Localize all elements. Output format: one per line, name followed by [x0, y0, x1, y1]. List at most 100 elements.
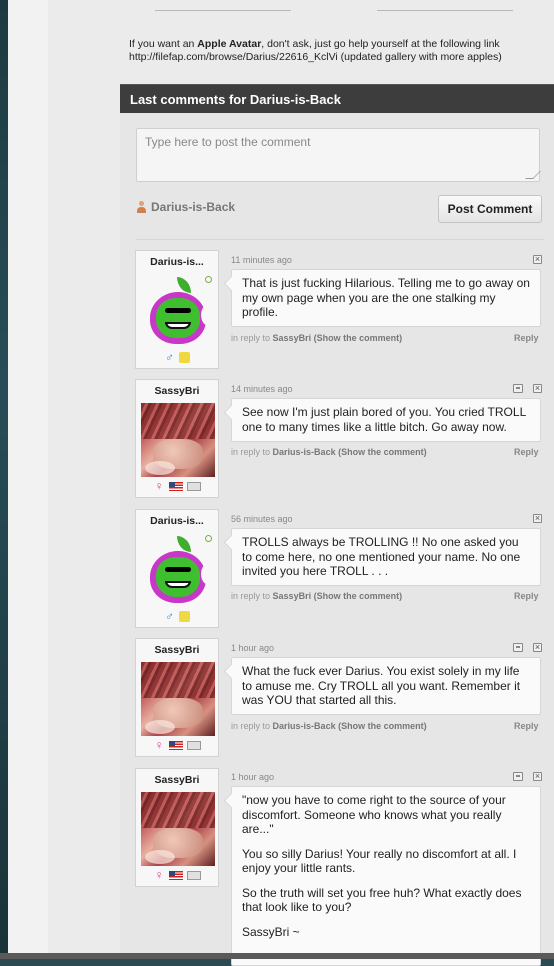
comment-time: 14 minutes ago [231, 384, 293, 394]
avatar[interactable] [141, 792, 215, 866]
reply-link[interactable]: Reply [514, 591, 539, 601]
reply-prefix: in reply to [231, 721, 271, 731]
us-flag-icon [168, 741, 183, 750]
us-flag-icon [168, 482, 183, 491]
user-card[interactable]: Darius-is... ♂ [135, 250, 219, 369]
divider-left [155, 10, 291, 11]
female-gender-icon: ♀ [154, 479, 164, 493]
comment-bubble: "now you have to come right to the sourc… [231, 786, 541, 966]
comment-time: 1 hour ago [231, 772, 275, 782]
show-comment-link[interactable]: (Show the comment) [314, 591, 403, 601]
page-background [0, 0, 8, 959]
us-flag-icon [168, 871, 183, 880]
avatar-note: If you want an Apple Avatar, don't ask, … [129, 38, 549, 64]
reply-link[interactable]: Reply [514, 333, 539, 343]
username[interactable]: Darius-is... [136, 256, 218, 268]
comment-bubble: What the fuck ever Darius. You exist sol… [231, 657, 541, 715]
reply-prefix: in reply to [231, 333, 271, 343]
avatar[interactable] [141, 533, 217, 607]
divider-lines [155, 10, 515, 11]
avatar[interactable] [141, 403, 215, 477]
message-icon[interactable] [513, 384, 523, 393]
comment-text: What the fuck ever Darius. You exist sol… [242, 664, 521, 707]
close-icon[interactable]: × [533, 255, 542, 264]
reply-prefix: in reply to [231, 591, 271, 601]
reply-context: in reply to SassyBri (Show the comment) [231, 591, 402, 601]
reply-link[interactable]: Reply [514, 721, 539, 731]
comment-time: 11 minutes ago [231, 255, 292, 265]
reply-link[interactable]: Reply [514, 447, 539, 457]
comment-bubble: See now I'm just plain bored of you. You… [231, 398, 541, 442]
message-icon[interactable] [513, 643, 523, 652]
show-comment-link[interactable]: (Show the comment) [314, 333, 403, 343]
comment-text: You so silly Darius! Your really no disc… [242, 846, 517, 876]
mail-icon[interactable] [186, 871, 201, 880]
person-icon [136, 201, 147, 213]
comments-header-title: Last comments for Darius-is-Back [130, 92, 341, 107]
username[interactable]: SassyBri [136, 774, 218, 786]
comment-time: 1 hour ago [231, 643, 275, 653]
close-icon[interactable]: × [533, 643, 542, 652]
divider-right [377, 10, 513, 11]
poster-name: Darius-is-Back [151, 200, 236, 214]
close-icon[interactable]: × [533, 772, 542, 781]
user-badges: ♀ [136, 868, 218, 882]
reply-to-user[interactable]: Darius-is-Back [273, 447, 336, 457]
bottom-edge [0, 953, 554, 959]
user-card[interactable]: SassyBri ♀ [135, 379, 219, 498]
username[interactable]: SassyBri [136, 644, 218, 656]
user-badges: ♀ [136, 738, 218, 752]
comment-bubble: TROLLS always be TROLLING !! No one aske… [231, 528, 541, 586]
avatar-note-bold: Apple Avatar [197, 38, 262, 50]
comment-time: 56 minutes ago [231, 514, 293, 524]
post-comment-button[interactable]: Post Comment [438, 195, 542, 223]
user-badges: ♂ [136, 609, 218, 623]
user-badges: ♀ [136, 479, 218, 493]
reply-context: in reply to Darius-is-Back (Show the com… [231, 447, 427, 457]
reply-to-user[interactable]: SassyBri [273, 333, 312, 343]
close-icon[interactable]: × [533, 514, 542, 523]
message-icon[interactable] [513, 772, 523, 781]
reply-context: in reply to SassyBri (Show the comment) [231, 333, 402, 343]
male-gender-icon: ♂ [165, 609, 174, 623]
comment-text: TROLLS always be TROLLING !! No one aske… [242, 535, 521, 578]
user-card[interactable]: SassyBri ♀ [135, 768, 219, 887]
username[interactable]: SassyBri [136, 385, 218, 397]
user-card[interactable]: Darius-is... ♂ [135, 509, 219, 628]
compose-separator [136, 239, 544, 240]
mail-icon[interactable] [186, 482, 201, 491]
female-gender-icon: ♀ [154, 868, 164, 882]
comment-placeholder: Type here to post the comment [145, 135, 311, 149]
badge-icon [179, 611, 190, 622]
reply-to-user[interactable]: Darius-is-Back [273, 721, 336, 731]
comment-text: "now you have to come right to the sourc… [242, 793, 506, 836]
female-gender-icon: ♀ [154, 738, 164, 752]
badge-icon [179, 352, 190, 363]
comment-text: SassyBri ~ [242, 924, 300, 939]
user-badges: ♂ [136, 350, 218, 364]
close-icon[interactable]: × [533, 384, 542, 393]
resize-grip-icon[interactable] [525, 171, 541, 179]
comment-text: So the truth will set you free huh? What… [242, 885, 522, 915]
username[interactable]: Darius-is... [136, 515, 218, 527]
comment-textarea[interactable]: Type here to post the comment [136, 128, 541, 182]
avatar[interactable] [141, 662, 215, 736]
comments-header: Last comments for Darius-is-Back [120, 84, 554, 114]
reply-to-user[interactable]: SassyBri [273, 591, 312, 601]
reply-context: in reply to Darius-is-Back (Show the com… [231, 721, 427, 731]
male-gender-icon: ♂ [165, 350, 174, 364]
poster-identity: Darius-is-Back [136, 200, 235, 214]
comment-text: That is just fucking Hilarious. Telling … [242, 276, 530, 319]
comment-bubble: That is just fucking Hilarious. Telling … [231, 269, 541, 327]
avatar-note-prefix: If you want an [129, 38, 198, 50]
avatar-note-suffix: , don't ask, just go help yourself at th… [261, 38, 500, 50]
comment-text: See now I'm just plain bored of you. You… [242, 405, 526, 434]
show-comment-link[interactable]: (Show the comment) [338, 721, 427, 731]
reply-prefix: in reply to [231, 447, 271, 457]
user-card[interactable]: SassyBri ♀ [135, 638, 219, 757]
left-margin [8, 0, 48, 959]
avatar-gallery-link[interactable]: http://filefap.com/browse/Darius/22616_K… [129, 51, 502, 63]
mail-icon[interactable] [186, 741, 201, 750]
avatar[interactable] [141, 274, 217, 348]
show-comment-link[interactable]: (Show the comment) [338, 447, 427, 457]
